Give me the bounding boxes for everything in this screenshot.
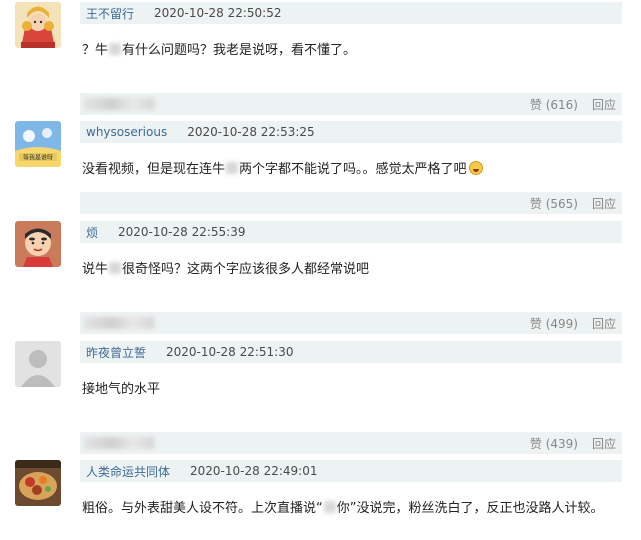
like-label: 赞 — [529, 196, 542, 211]
action-group: 赞 (565) 回应 — [530, 195, 622, 212]
reply-button[interactable]: 回应 — [592, 195, 616, 212]
default-user-avatar-icon — [15, 341, 61, 387]
comment-text-part: 没看视频，但是现在连牛 — [82, 162, 226, 177]
avatar[interactable] — [15, 460, 61, 506]
comment-text-part: 你”没说完，粉丝洗白了，反正也没路人计较。 — [336, 501, 604, 516]
like-label: 赞 — [529, 97, 542, 112]
username-link[interactable]: 昨夜曾立誓 — [86, 344, 146, 361]
blurred-replier — [84, 437, 154, 449]
reply-button[interactable]: 回应 — [592, 315, 616, 332]
comment-text-part: 有什么问题吗？我老是说呀，看不懂了。 — [122, 43, 357, 58]
censored-blur — [226, 162, 239, 174]
like-count: (616) — [545, 97, 578, 112]
comment-header: 烦 2020-10-28 22:55:39 — [80, 221, 622, 243]
comment-time: 2020-10-28 22:50:52 — [154, 6, 282, 20]
censored-blur — [323, 501, 336, 513]
like-count: (499) — [545, 316, 578, 331]
action-group: 赞 (499) 回应 — [530, 315, 622, 332]
action-group: 赞 (439) 回应 — [530, 435, 622, 452]
comment-text-part: 粗俗。与外表甜美人设不符。上次直播说“ — [82, 501, 323, 516]
avatar[interactable] — [15, 2, 61, 48]
like-button[interactable]: 赞 (565) — [530, 195, 578, 212]
like-count: (439) — [545, 436, 578, 451]
username-link[interactable]: whysoserious — [86, 125, 167, 139]
comment-text-part: 说牛 — [82, 262, 109, 277]
comment-header: whysoserious 2020-10-28 22:53:25 — [80, 121, 622, 143]
comment-time: 2020-10-28 22:55:39 — [118, 225, 246, 239]
comment-actions: 赞 (439) 回应 — [80, 432, 622, 454]
comment-header: 昨夜曾立誓 2020-10-28 22:51:30 — [80, 341, 622, 363]
crayon-shinchan-avatar-icon — [15, 221, 61, 267]
comment-actions: 赞 (499) 回应 — [80, 312, 622, 334]
comment-text-part: ？牛 — [82, 43, 109, 58]
like-button[interactable]: 赞 (616) — [530, 96, 578, 113]
comment-time: 2020-10-28 22:53:25 — [187, 125, 315, 139]
comment-text: ？牛 有什么问题吗？我老是说呀，看不懂了。 — [82, 42, 356, 60]
cartoon-girl-avatar-icon — [15, 2, 61, 48]
comment-text-part: 两个字都不能说了吗。。感觉太严格了吧 — [239, 162, 467, 177]
like-label: 赞 — [529, 316, 542, 331]
like-button[interactable]: 赞 (499) — [530, 315, 578, 332]
cartoon-sky-avatar-icon: 等我是谁呀 — [15, 121, 61, 167]
comment-time: 2020-10-28 22:49:01 — [190, 464, 318, 478]
comment-actions: 赞 (616) 回应 — [80, 93, 622, 115]
laughing-emoji-icon — [468, 161, 483, 175]
avatar[interactable]: 等我是谁呀 — [15, 121, 61, 167]
comment-actions: 赞 (565) 回应 — [80, 192, 622, 214]
blurred-replier — [84, 98, 154, 110]
avatar[interactable] — [15, 221, 61, 267]
comment-header: 人类命运共同体 2020-10-28 22:49:01 — [80, 460, 622, 482]
username-link[interactable]: 烦 — [86, 224, 98, 241]
like-label: 赞 — [529, 436, 542, 451]
blurred-replier — [84, 317, 154, 329]
comment-text: 说牛 很奇怪吗？这两个字应该很多人都经常说吧 — [82, 261, 369, 279]
avatar[interactable] — [15, 341, 61, 387]
comment-text-part: 接地气的水平 — [82, 382, 161, 397]
reply-button[interactable]: 回应 — [592, 96, 616, 113]
food-photo-avatar-icon — [15, 460, 61, 506]
comment-text: 没看视频，但是现在连牛 两个字都不能说了吗。。感觉太严格了吧 — [82, 161, 483, 179]
username-link[interactable]: 王不留行 — [86, 5, 134, 22]
comment-time: 2020-10-28 22:51:30 — [166, 345, 294, 359]
comment-text: 接地气的水平 — [82, 381, 160, 399]
comment-text-part: 很奇怪吗？这两个字应该很多人都经常说吧 — [122, 262, 370, 277]
username-link[interactable]: 人类命运共同体 — [86, 463, 170, 480]
like-button[interactable]: 赞 (439) — [530, 435, 578, 452]
reply-button[interactable]: 回应 — [592, 435, 616, 452]
comment-header: 王不留行 2020-10-28 22:50:52 — [80, 2, 622, 24]
avatar-caption: 等我是谁呀 — [23, 154, 53, 162]
like-count: (565) — [545, 196, 578, 211]
censored-blur — [109, 43, 122, 55]
censored-blur — [109, 262, 122, 274]
action-group: 赞 (616) 回应 — [530, 96, 622, 113]
comment-text: 粗俗。与外表甜美人设不符。上次直播说“ 你”没说完，粉丝洗白了，反正也没路人计较。 — [82, 500, 604, 518]
